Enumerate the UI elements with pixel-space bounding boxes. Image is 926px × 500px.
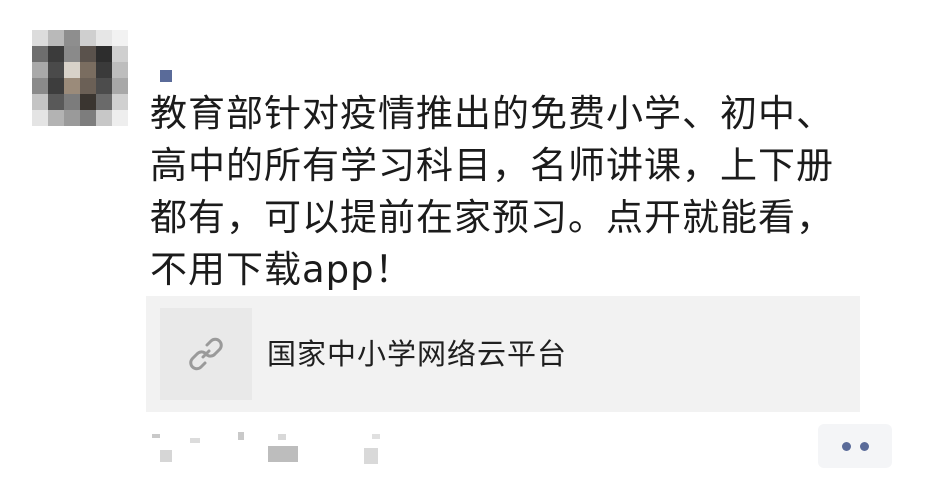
author-name-blurred[interactable] [160,70,172,82]
more-options-button[interactable] [818,424,892,468]
avatar[interactable] [32,30,128,126]
post-meta-blurred [150,432,450,472]
link-icon [189,337,223,371]
more-dots-icon [841,441,851,451]
link-thumbnail [160,308,252,400]
link-title: 国家中小学网络云平台 [267,337,568,371]
shared-link-card[interactable]: 国家中小学网络云平台 [146,296,860,412]
more-dots-icon-dot [859,441,869,451]
post-text: 教育部针对疫情推出的免费小学、初中、 高中的所有学习科目，名师讲课，上下册 都有… [150,92,834,291]
